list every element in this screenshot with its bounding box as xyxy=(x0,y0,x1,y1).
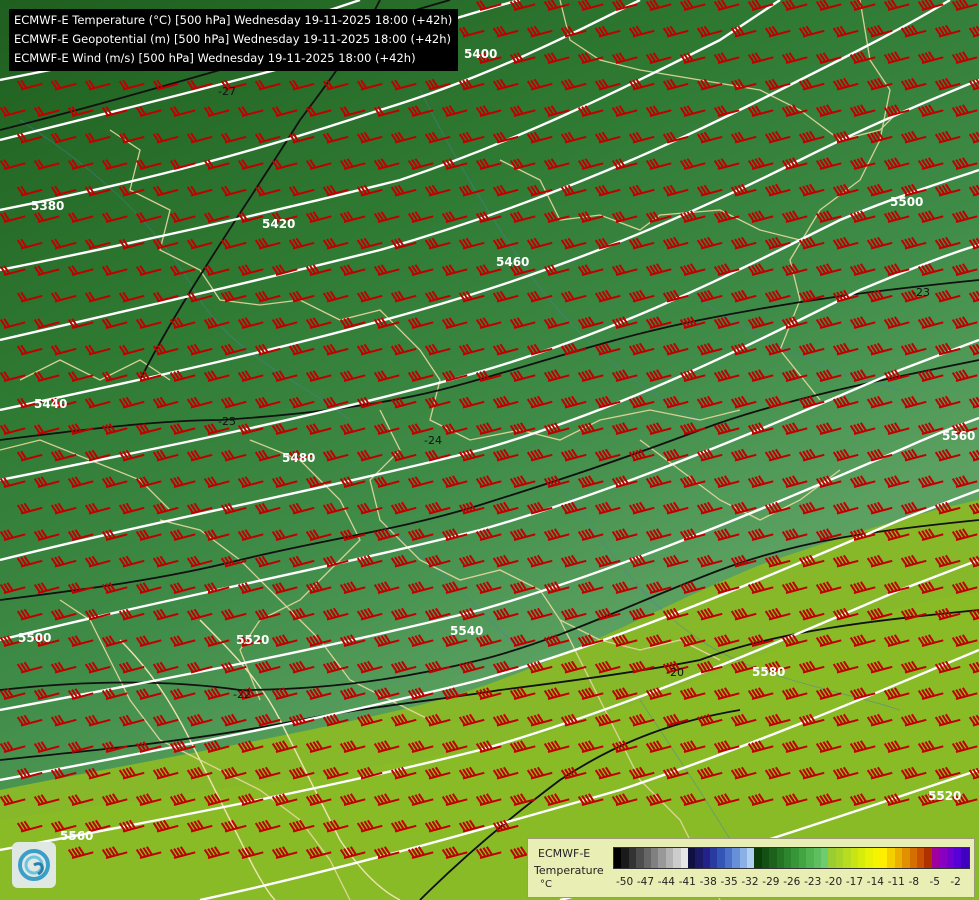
geopotential-label: 5520 xyxy=(236,633,269,647)
temperature-title: ECMWF-E Temperature (°C) [500 hPa] Wedne… xyxy=(14,13,453,27)
legend-swatch xyxy=(739,848,748,868)
legend-swatch xyxy=(946,848,954,868)
geopotential-label: 5400 xyxy=(464,47,497,61)
legend-swatch xyxy=(732,848,740,868)
legend-swatch xyxy=(680,848,688,868)
legend-tick: -47 xyxy=(636,876,655,888)
legend-swatch xyxy=(673,848,681,868)
geopotential-title: ECMWF-E Geopotential (m) [500 hPa] Wedne… xyxy=(14,32,451,46)
legend-swatch xyxy=(783,848,792,868)
legend-swatch xyxy=(872,848,881,868)
legend-swatch xyxy=(614,848,622,868)
legend-swatch xyxy=(621,848,629,868)
legend-color-bar xyxy=(613,847,970,869)
legend-swatch xyxy=(776,848,784,868)
temperature-label: -20 xyxy=(666,666,684,679)
legend-tick: -23 xyxy=(804,876,822,888)
legend-title: ECMWF-E xyxy=(538,847,591,860)
legend-tick: -29 xyxy=(762,876,780,888)
temperature-label: -24 xyxy=(424,434,442,447)
geopotential-label: 5520 xyxy=(928,789,961,803)
legend-swatch xyxy=(769,848,777,868)
geopotential-label: 5460 xyxy=(496,255,529,269)
geopotential-label: 5560 xyxy=(942,429,975,443)
legend-swatch xyxy=(628,848,637,868)
legend-swatch xyxy=(643,848,651,868)
legend-swatch xyxy=(953,848,962,868)
legend-swatch xyxy=(791,848,799,868)
legend-swatch xyxy=(717,848,725,868)
legend-tick: -38 xyxy=(699,876,717,888)
legend-swatch xyxy=(636,848,644,868)
legend-tick: -5 xyxy=(929,876,940,888)
legend-swatch xyxy=(857,848,866,868)
legend-swatch xyxy=(658,848,666,868)
legend-tick: -20 xyxy=(825,876,843,888)
legend-swatch xyxy=(828,848,836,868)
legend-tick: -41 xyxy=(678,876,696,888)
legend-swatch xyxy=(902,848,910,868)
legend-swatch xyxy=(894,848,903,868)
geopotential-label: 5420 xyxy=(262,217,295,231)
legend-swatch xyxy=(724,848,733,868)
legend-swatch xyxy=(710,848,718,868)
legend-swatch xyxy=(798,848,807,868)
legend-swatch xyxy=(813,848,821,868)
weather-map: 5400 5380 5420 5460 5440 5480 5500 5520 … xyxy=(0,0,979,900)
temperature-label: -23 xyxy=(912,286,930,299)
geopotential-label: 5440 xyxy=(34,397,67,411)
legend-swatch xyxy=(909,848,918,868)
legend-swatch xyxy=(747,848,755,868)
ecmwf-logo xyxy=(12,842,56,888)
legend-swatch xyxy=(961,848,969,868)
legend-swatch xyxy=(843,848,851,868)
legend-swatch xyxy=(865,848,873,868)
legend-swatch xyxy=(850,848,858,868)
legend-tick: -17 xyxy=(845,876,864,888)
legend-swatch xyxy=(695,848,703,868)
legend-tick: -11 xyxy=(887,876,905,888)
legend-tick: -32 xyxy=(741,876,759,888)
legend-tick: -50 xyxy=(616,876,634,888)
legend-swatch xyxy=(917,848,925,868)
legend-tick: -8 xyxy=(908,876,920,888)
geopotential-label: 5540 xyxy=(450,624,483,638)
legend-tick: -35 xyxy=(720,876,738,888)
wind-title: ECMWF-E Wind (m/s) [500 hPa] Wednesday 1… xyxy=(14,51,416,65)
legend-tick: -26 xyxy=(783,876,801,888)
legend-swatch xyxy=(754,848,762,868)
geopotential-label: 5580 xyxy=(752,665,785,679)
legend-variable: Temperature xyxy=(534,864,604,877)
legend-swatch xyxy=(887,848,895,868)
legend-swatch xyxy=(665,848,674,868)
geopotential-label: 5560 xyxy=(60,829,93,843)
legend-swatch xyxy=(880,848,888,868)
geopotential-label: 5500 xyxy=(890,195,923,209)
geopotential-label: 5500 xyxy=(18,631,51,645)
legend-swatch xyxy=(835,848,844,868)
temperature-label: -27 xyxy=(218,85,236,98)
legend-swatch xyxy=(702,848,711,868)
map-title-box: ECMWF-E Temperature (°C) [500 hPa] Wedne… xyxy=(9,9,459,71)
temperature-label: -25 xyxy=(218,415,236,428)
legend-tick: -14 xyxy=(866,876,884,888)
legend-swatch xyxy=(924,848,932,868)
geopotential-label: 5380 xyxy=(31,199,64,213)
legend-swatch xyxy=(939,848,947,868)
temperature-legend: ECMWF-E Temperature °C -50 -47 -44 -41 -38 -3… xyxy=(527,838,975,898)
legend-swatch xyxy=(650,848,659,868)
legend-swatch xyxy=(820,848,829,868)
legend-swatch xyxy=(806,848,814,868)
legend-unit: °C xyxy=(540,879,552,890)
legend-swatch xyxy=(931,848,940,868)
geopotential-label: 5480 xyxy=(282,451,315,465)
legend-tick: -2 xyxy=(950,876,961,888)
legend-swatch xyxy=(687,848,696,868)
legend-tick: -44 xyxy=(657,876,675,888)
temperature-label: -22 xyxy=(233,688,251,701)
legend-swatch xyxy=(761,848,770,868)
